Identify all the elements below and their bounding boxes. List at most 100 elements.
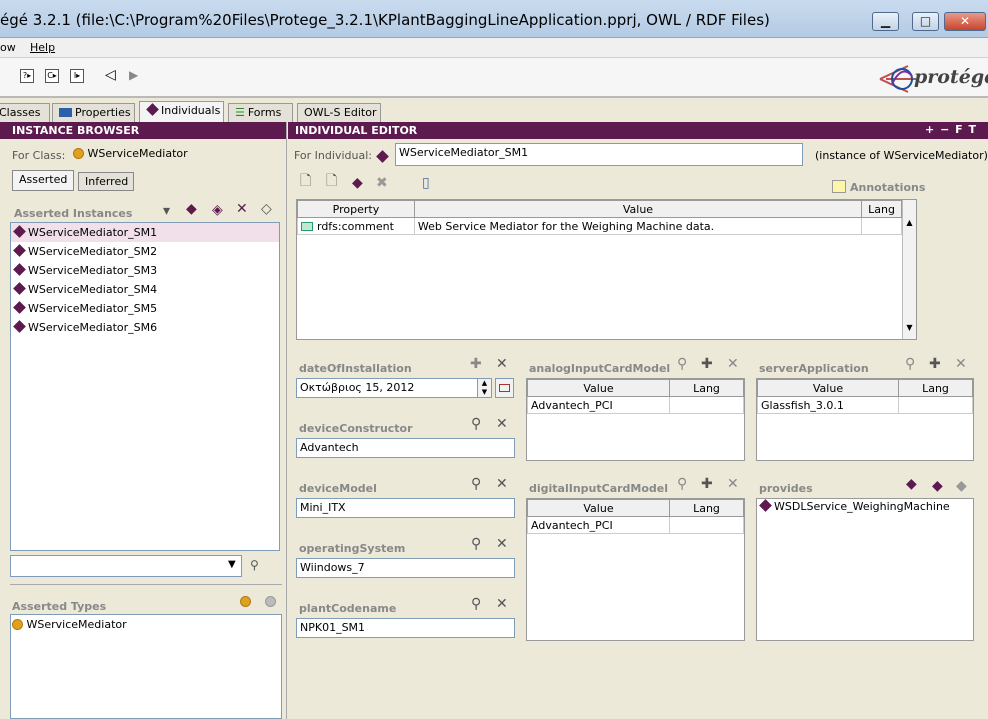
plantcodename-label: plantCodename bbox=[299, 602, 397, 615]
delete-annotation-icon[interactable]: ✖ bbox=[376, 176, 388, 190]
column-header-value[interactable]: Value bbox=[527, 379, 670, 397]
select-instance-icon[interactable]: ◆ bbox=[906, 477, 917, 491]
dropdown-arrow-icon[interactable]: ▾ bbox=[163, 204, 170, 218]
search-icon[interactable]: ⚲ bbox=[905, 357, 915, 371]
search-dropdown-icon[interactable]: ▼ bbox=[228, 559, 236, 570]
column-header-lang[interactable]: Lang bbox=[669, 499, 744, 517]
subtab-inferred[interactable]: Inferred bbox=[78, 172, 134, 191]
column-header-lang[interactable]: Lang bbox=[669, 379, 744, 397]
list-item[interactable]: WServiceMediator_SM6 bbox=[11, 318, 279, 337]
tab-forms[interactable]: ☰ Forms bbox=[228, 103, 293, 122]
binoculars-icon[interactable]: ⚲ bbox=[250, 558, 259, 572]
maximize-button[interactable]: □ bbox=[912, 12, 939, 31]
instance-search-input[interactable] bbox=[10, 555, 242, 577]
column-header-value[interactable]: Value bbox=[413, 200, 863, 218]
list-item[interactable]: WServiceMediator_SM5 bbox=[11, 299, 279, 318]
search-icon[interactable]: ⚲ bbox=[471, 477, 481, 491]
scroll-down-icon[interactable]: ▼ bbox=[903, 323, 916, 332]
remove-value-icon[interactable]: ✕ bbox=[727, 477, 739, 491]
plantcodename-field[interactable]: NPK01_SM1 bbox=[296, 618, 515, 638]
analoginputcardmodel-table: Value Lang Advantech_PCI bbox=[526, 378, 745, 461]
table-row[interactable]: Glassfish_3.0.1 bbox=[757, 396, 973, 414]
menu-window[interactable]: ow bbox=[0, 41, 16, 54]
individual-name-field[interactable]: WServiceMediator_SM1 bbox=[395, 143, 803, 166]
remove-value-icon[interactable]: ✕ bbox=[496, 477, 508, 491]
annotation-value[interactable]: Web Service Mediator for the Weighing Ma… bbox=[413, 217, 863, 235]
add-type-icon[interactable] bbox=[240, 595, 251, 608]
add-value-icon[interactable]: ✚ bbox=[929, 357, 941, 371]
deviceconstructor-field[interactable]: Advantech bbox=[296, 438, 515, 458]
new-annotation-icon[interactable]: 🗋 bbox=[300, 174, 311, 188]
edit-instance-icon[interactable]: ◇ bbox=[261, 202, 272, 216]
delete-instance-icon[interactable]: ✕ bbox=[236, 202, 248, 216]
add-value-icon[interactable]: ✚ bbox=[470, 357, 482, 371]
search-icon[interactable]: ⚲ bbox=[471, 597, 481, 611]
create-instance-icon[interactable]: ◆ bbox=[186, 202, 197, 216]
table-row[interactable]: rdfs:comment Web Service Mediator for th… bbox=[297, 217, 902, 235]
operatingsystem-field[interactable]: Wiindows_7 bbox=[296, 558, 515, 578]
provides-label: provides bbox=[759, 482, 813, 495]
dateofinstallation-field[interactable]: Οκτώβριος 15, 2012 bbox=[296, 378, 478, 398]
search-icon[interactable]: ⚲ bbox=[471, 417, 481, 431]
remove-value-icon[interactable]: ✕ bbox=[496, 357, 508, 371]
remove-value-icon[interactable]: ✕ bbox=[727, 357, 739, 371]
class-nav-icon[interactable]: C▸ bbox=[45, 69, 59, 83]
annotations-label: Annotations bbox=[850, 181, 926, 194]
forms-icon: ☰ bbox=[235, 106, 245, 119]
scroll-up-icon[interactable]: ▲ bbox=[903, 218, 916, 227]
list-item[interactable]: WServiceMediator_SM2 bbox=[11, 242, 279, 261]
instance-of-label: (instance of WServiceMediator) bbox=[815, 149, 988, 162]
list-item[interactable]: WServiceMediator_SM4 bbox=[11, 280, 279, 299]
menu-help[interactable]: Help bbox=[30, 41, 55, 54]
column-header-property[interactable]: Property bbox=[297, 200, 415, 218]
remove-value-icon[interactable]: ✕ bbox=[496, 537, 508, 551]
for-class-label: For Class: bbox=[12, 149, 66, 162]
query-icon[interactable]: ?▸ bbox=[20, 69, 34, 83]
search-icon[interactable]: ⚲ bbox=[677, 477, 687, 491]
view-icon[interactable]: ▯ bbox=[422, 176, 430, 190]
class-icon bbox=[12, 619, 23, 630]
add-value-icon[interactable]: ✚ bbox=[701, 477, 713, 491]
remove-value-icon[interactable]: ✕ bbox=[496, 597, 508, 611]
forward-arrow-icon[interactable]: ▶ bbox=[129, 68, 138, 82]
tab-owls-editor[interactable]: OWL-S Editor bbox=[297, 103, 381, 122]
annotations-scrollbar[interactable]: ▲ ▼ bbox=[902, 200, 916, 339]
devicemodel-field[interactable]: Mini_ITX bbox=[296, 498, 515, 518]
copy-instance-icon[interactable]: ◈ bbox=[212, 203, 223, 217]
table-row[interactable]: Advantech_PCI bbox=[527, 396, 744, 414]
tab-classes[interactable]: Classes bbox=[0, 103, 50, 122]
subtab-asserted[interactable]: Asserted bbox=[12, 170, 74, 191]
annotations-note-icon bbox=[832, 180, 846, 193]
column-header-lang[interactable]: Lang bbox=[861, 200, 902, 218]
editor-header-icons[interactable]: + − F T bbox=[925, 123, 976, 136]
column-header-lang[interactable]: Lang bbox=[898, 379, 973, 397]
minimize-button[interactable]: ▁ bbox=[872, 12, 899, 31]
instance-icon bbox=[13, 225, 26, 238]
column-header-value[interactable]: Value bbox=[527, 499, 670, 517]
add-value-icon[interactable]: ✚ bbox=[701, 357, 713, 371]
new-datatype-annotation-icon[interactable]: 🗋 bbox=[326, 174, 337, 188]
close-button[interactable]: ✕ bbox=[944, 12, 986, 31]
back-arrow-icon[interactable]: ◁ bbox=[105, 67, 116, 83]
annotation-property-icon bbox=[301, 221, 313, 231]
remove-instance-icon[interactable]: ◆ bbox=[956, 479, 967, 493]
date-spinner[interactable]: ▲ ▼ bbox=[477, 378, 492, 398]
table-row[interactable]: Advantech_PCI bbox=[527, 516, 744, 534]
search-icon[interactable]: ⚲ bbox=[677, 357, 687, 371]
remove-value-icon[interactable]: ✕ bbox=[955, 357, 967, 371]
search-icon[interactable]: ⚲ bbox=[471, 537, 481, 551]
list-item[interactable]: WServiceMediator_SM1 bbox=[11, 223, 279, 242]
remove-type-icon[interactable] bbox=[265, 595, 276, 608]
list-item[interactable]: WServiceMediator_SM3 bbox=[11, 261, 279, 280]
list-item[interactable]: WServiceMediator bbox=[11, 615, 281, 634]
tab-properties[interactable]: Properties bbox=[52, 103, 135, 122]
column-header-value[interactable]: Value bbox=[757, 379, 899, 397]
tab-individuals[interactable]: Individuals bbox=[139, 101, 224, 122]
annotation-lang[interactable] bbox=[861, 217, 902, 235]
calendar-icon[interactable] bbox=[495, 378, 514, 398]
list-item[interactable]: WSDLService_WeighingMachine bbox=[757, 499, 973, 515]
instance-nav-icon[interactable]: I▸ bbox=[70, 69, 84, 83]
remove-value-icon[interactable]: ✕ bbox=[496, 417, 508, 431]
add-resource-icon[interactable]: ◆ bbox=[352, 176, 363, 190]
create-instance-icon[interactable]: ◆ bbox=[932, 479, 943, 493]
